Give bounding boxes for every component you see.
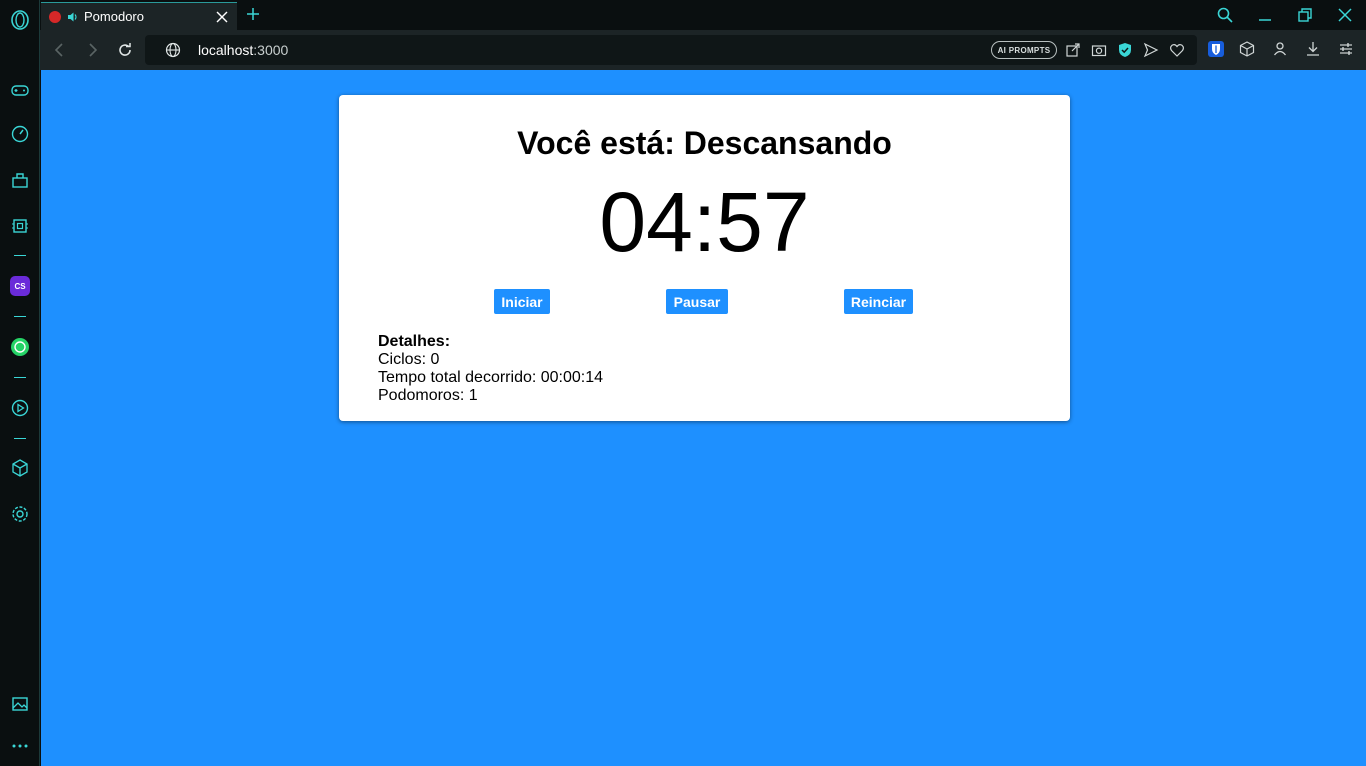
- sidebar-divider: [14, 316, 26, 317]
- details-heading: Detalhes:: [378, 333, 451, 350]
- address-bar[interactable]: localhost:3000 AI PROMPTS: [145, 35, 1197, 65]
- search-icon[interactable]: [1216, 6, 1234, 24]
- whatsapp-icon[interactable]: [8, 335, 32, 359]
- profile-icon[interactable]: [1271, 40, 1289, 58]
- timer-display: 04:57: [599, 175, 810, 269]
- gallery-icon[interactable]: [8, 692, 32, 716]
- browser-window: CS Pomodoro localhost:3000 AI PROMPTS Vo…: [0, 0, 1366, 766]
- status-heading: Você está: Descansando: [517, 125, 892, 161]
- opera-logo-icon[interactable]: [8, 8, 32, 32]
- reset-button[interactable]: Reinciar: [844, 289, 913, 314]
- total-elapsed-time: Tempo total decorrido: 00:00:14: [378, 369, 604, 386]
- details-section: Detalhes: Ciclos: 0 Tempo total decorrid…: [378, 333, 603, 405]
- heart-icon[interactable]: [1169, 42, 1185, 58]
- new-tab-icon[interactable]: [244, 5, 262, 23]
- game-controller-icon[interactable]: [8, 78, 32, 102]
- ad-blocker-shield-icon[interactable]: [1117, 42, 1133, 58]
- sidebar-divider: [14, 377, 26, 378]
- pomodoro-card: Você está: Descansando 04:57 Iniciar Pau…: [339, 95, 1070, 421]
- bag-icon[interactable]: [8, 168, 32, 192]
- tab-pomodoro[interactable]: Pomodoro: [41, 2, 237, 30]
- restore-icon[interactable]: [1296, 6, 1314, 24]
- minimize-icon[interactable]: [1256, 6, 1274, 24]
- close-tab-icon[interactable]: [215, 10, 229, 24]
- easy-setup-icon[interactable]: [1337, 40, 1355, 58]
- sidebar-divider: [14, 438, 26, 439]
- speaker-icon[interactable]: [67, 11, 79, 23]
- download-icon[interactable]: [1304, 40, 1322, 58]
- extensions-cube-icon[interactable]: [1238, 40, 1256, 58]
- more-icon[interactable]: [8, 734, 32, 758]
- page-viewport: Você está: Descansando 04:57 Iniciar Pau…: [41, 70, 1366, 766]
- pomodoros-count: Podomoros: 1: [378, 387, 478, 404]
- pause-button[interactable]: Pausar: [666, 289, 728, 314]
- speedometer-icon[interactable]: [8, 122, 32, 146]
- cube-icon[interactable]: [8, 456, 32, 480]
- settings-icon[interactable]: [8, 502, 32, 526]
- cycles-count: Ciclos: 0: [378, 351, 440, 368]
- forward-icon[interactable]: [82, 40, 102, 60]
- browser-sidebar: CS: [0, 0, 40, 766]
- chip-icon[interactable]: [8, 214, 32, 238]
- ai-prompts-button[interactable]: AI PROMPTS: [991, 41, 1057, 59]
- camera-icon[interactable]: [1091, 42, 1107, 58]
- back-icon[interactable]: [50, 40, 70, 60]
- bitwarden-icon[interactable]: [1207, 40, 1225, 58]
- start-button[interactable]: Iniciar: [494, 289, 550, 314]
- url-text[interactable]: localhost:3000: [198, 42, 288, 58]
- close-window-icon[interactable]: [1336, 6, 1354, 24]
- send-icon[interactable]: [1143, 42, 1159, 58]
- share-icon[interactable]: [1065, 42, 1081, 58]
- tab-bar: Pomodoro: [40, 0, 1366, 30]
- cs-app-icon[interactable]: CS: [8, 274, 32, 298]
- sidebar-divider: [14, 255, 26, 256]
- player-icon[interactable]: [8, 396, 32, 420]
- globe-icon[interactable]: [165, 42, 181, 58]
- reload-icon[interactable]: [115, 40, 135, 60]
- tomato-favicon-icon: [49, 10, 61, 23]
- tab-title: Pomodoro: [84, 9, 144, 24]
- navigation-bar: localhost:3000 AI PROMPTS: [40, 30, 1366, 70]
